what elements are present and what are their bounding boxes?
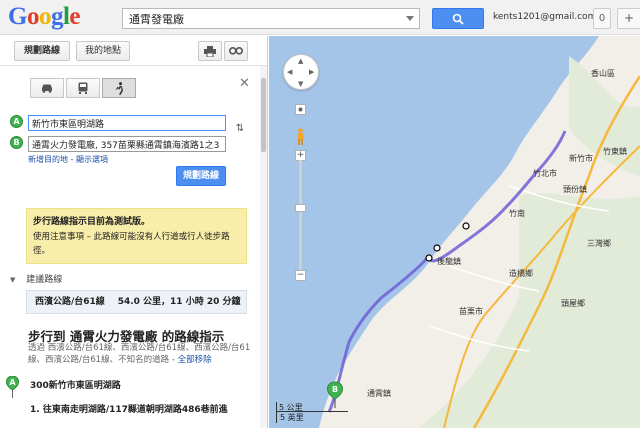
place-label: 三灣鄉 xyxy=(587,238,611,248)
place-label: 竹東鎮 xyxy=(603,146,627,156)
logo-letter: o xyxy=(38,3,52,30)
walking-mode-button[interactable] xyxy=(102,78,136,98)
zoom-out-button[interactable]: − xyxy=(295,270,306,281)
get-directions-button[interactable]: 規劃路線 xyxy=(176,166,226,186)
place-label: 新竹市 xyxy=(569,153,593,163)
map-graphic[interactable]: 竹北市 新竹市 竹東鎮 香山區 頭份鎮 苗栗市 三灣鄉 後龍鎮 通霄鎮 造橋鄉 … xyxy=(269,36,640,428)
tab-directions[interactable]: 規劃路線 xyxy=(14,41,70,61)
via-text: 透過 西濱公路/台61線、西濱公路/台61線、西濱公路/台61線、西濱公路/台6… xyxy=(28,342,254,366)
map-canvas[interactable]: 竹北市 新竹市 竹東鎮 香山區 頭份鎮 苗栗市 三灣鄉 後龍鎮 通霄鎮 造橋鄉 … xyxy=(269,36,640,428)
place-label: 通霄鎮 xyxy=(367,388,391,398)
route-waypoint-1[interactable] xyxy=(462,222,470,230)
link-icon xyxy=(229,47,243,55)
waypoint-b-input[interactable] xyxy=(28,136,226,152)
reset-view-button[interactable] xyxy=(295,104,306,115)
via-roads: 透過 西濱公路/台61線、西濱公路/台61線、西濱公路/台61線、西濱公路/台6… xyxy=(28,343,251,365)
beta-warning: 步行路線指示目前為測試版。 使用注意事項 – 此路線可能沒有人行道或行人徒步路徑… xyxy=(26,208,247,264)
share-plus-button[interactable]: + xyxy=(617,8,640,29)
search-button[interactable] xyxy=(432,8,484,29)
links-separator: - xyxy=(68,155,76,164)
map-scale: 5 公里 5 英里 xyxy=(276,402,348,423)
logo-letter: g xyxy=(50,3,64,30)
pan-left-icon[interactable]: ◀ xyxy=(287,68,292,76)
search-icon xyxy=(452,13,464,25)
route-distance: 54.0 公里 xyxy=(117,297,162,307)
pan-down-icon[interactable]: ▼ xyxy=(298,80,303,88)
pegman-icon[interactable] xyxy=(296,128,305,146)
google-logo[interactable]: Google xyxy=(8,4,80,30)
transit-mode-button[interactable] xyxy=(66,78,100,98)
logo-letter: o xyxy=(26,3,40,30)
pan-up-icon[interactable]: ▲ xyxy=(298,57,303,65)
directions-panel: 規劃路線 我的地點 ✕ A 新竹市東區明湖路 B 通霄火力發電廠, 357苗栗縣… xyxy=(0,36,268,428)
route-waypoint-2[interactable] xyxy=(433,244,441,252)
expand-triangle-icon: ▼ xyxy=(10,276,16,284)
place-label: 竹北市 xyxy=(533,168,557,178)
warning-title: 步行路線指示目前為測試版。 xyxy=(33,217,151,227)
place-label: 頭屋鄉 xyxy=(561,298,585,308)
search-box[interactable] xyxy=(122,8,420,29)
show-options-link[interactable]: 顯示選項 xyxy=(76,155,108,164)
place-label: 香山區 xyxy=(591,68,615,78)
panel-scroll-thumb[interactable] xyxy=(261,78,266,152)
route-duration: ，11 小時 20 分鐘 xyxy=(161,297,241,307)
close-icon[interactable]: ✕ xyxy=(239,76,250,91)
user-email[interactable]: kents1201@gmail.com xyxy=(493,12,596,22)
suggested-routes-label: 建議路線 xyxy=(26,275,63,285)
svg-text:A: A xyxy=(9,378,16,387)
search-input[interactable] xyxy=(123,9,393,28)
start-pin-icon[interactable]: A xyxy=(6,376,19,398)
direction-step-1[interactable]: 1. 往東南走明湖路/117縣道朝明湖路486巷前進 xyxy=(30,404,250,417)
zoom-slider-handle[interactable] xyxy=(295,204,306,212)
waypoint-b-marker[interactable]: B xyxy=(10,136,23,149)
route-option[interactable]: 西濱公路/台61線 54.0 公里，11 小時 20 分鐘 xyxy=(26,290,247,314)
place-label: 造橋鄉 xyxy=(509,268,533,278)
car-icon xyxy=(42,84,52,93)
scale-km: 5 公里 xyxy=(276,402,348,412)
notification-count[interactable]: 0 xyxy=(593,8,611,29)
walking-icon xyxy=(115,82,123,95)
location-dot-icon xyxy=(298,107,303,112)
link-button[interactable] xyxy=(224,41,248,61)
waypoint-a-marker[interactable]: A xyxy=(10,115,23,128)
dropdown-caret-icon[interactable] xyxy=(406,16,414,21)
zoom-slider-track[interactable] xyxy=(299,160,302,270)
pan-control[interactable]: ▲ ▼ ◀ ▶ xyxy=(283,54,319,90)
place-label: 竹南 xyxy=(509,208,525,218)
place-label: 後龍鎮 xyxy=(437,256,461,266)
bus-icon xyxy=(78,82,88,94)
logo-letter: e xyxy=(69,3,81,30)
add-destination-link[interactable]: 新增目的地 xyxy=(28,155,68,164)
car-mode-button[interactable] xyxy=(30,78,64,98)
top-bar: Google kents1201@gmail.com 0 + xyxy=(0,0,640,35)
scale-mi: 5 英里 xyxy=(276,412,348,423)
pan-right-icon[interactable]: ▶ xyxy=(309,68,314,76)
route-name: 西濱公路/台61線 xyxy=(35,297,105,307)
warning-body: 使用注意事項 – 此路線可能沒有人行道或行人徒步路徑。 xyxy=(33,232,230,256)
start-address: 300新竹市東區明湖路 xyxy=(30,381,121,391)
waypoint-a-input[interactable] xyxy=(28,115,226,131)
swap-waypoints-icon[interactable]: ⇅ xyxy=(233,123,247,143)
waypoint-links: 新增目的地 - 顯示選項 xyxy=(28,154,108,165)
place-label: 苗栗市 xyxy=(459,306,483,316)
place-label: 頭份鎮 xyxy=(563,184,587,194)
logo-letter: G xyxy=(8,3,27,30)
route-waypoint-3[interactable] xyxy=(425,254,433,262)
svg-text:B: B xyxy=(332,385,338,394)
print-icon xyxy=(204,46,216,58)
panel-toolbar: 規劃路線 我的地點 xyxy=(0,36,267,66)
print-button[interactable] xyxy=(198,41,222,61)
remove-all-link[interactable]: 全部移除 xyxy=(178,355,212,365)
tab-my-places[interactable]: 我的地點 xyxy=(76,41,130,61)
suggested-routes-heading[interactable]: ▼ 建議路線 xyxy=(10,272,62,285)
